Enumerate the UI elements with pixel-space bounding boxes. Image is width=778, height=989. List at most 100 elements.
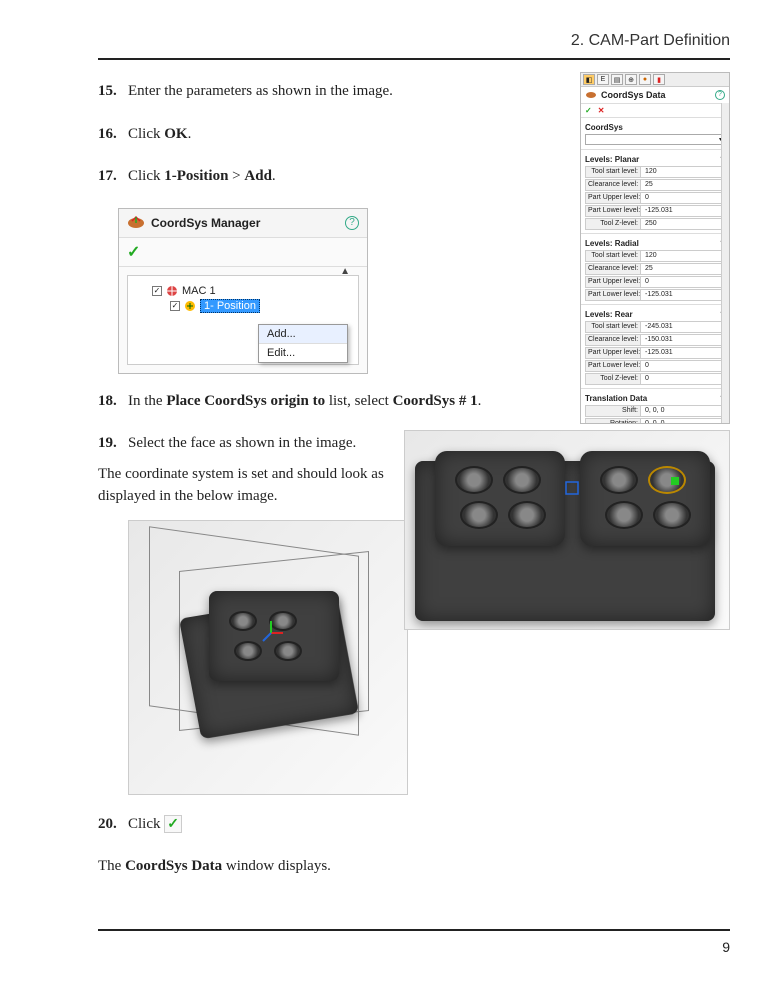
field-row: Part Upper level:0 bbox=[585, 192, 725, 204]
field-value[interactable]: 0, 0, 0 bbox=[641, 418, 725, 424]
checkbox-icon[interactable]: ✓ bbox=[170, 301, 180, 311]
toolbar-btn[interactable]: E bbox=[597, 74, 609, 85]
field-label: Tool Z-level: bbox=[585, 373, 641, 385]
field-label: Tool Z-level: bbox=[585, 218, 641, 230]
field-row: Part Upper level:0 bbox=[585, 276, 725, 288]
csd-title-row: CoordSys Data ? bbox=[581, 87, 729, 104]
menu-add[interactable]: Add... bbox=[259, 325, 347, 344]
cancel-x-icon[interactable]: ✕ bbox=[598, 106, 605, 115]
selection-marker-icon bbox=[565, 481, 579, 495]
menu-edit[interactable]: Edit... bbox=[259, 344, 347, 362]
coordsys-dropdown[interactable]: ▾ bbox=[585, 134, 725, 145]
step-num: 16. bbox=[98, 123, 128, 146]
field-label: Tool start level: bbox=[585, 250, 641, 262]
csd-toolbar: ◧ E ▤ ⊕ ● ▮ bbox=[581, 73, 729, 87]
field-value[interactable]: 0 bbox=[641, 192, 725, 204]
scrollbar[interactable] bbox=[721, 103, 729, 423]
field-value[interactable]: -150.031 bbox=[641, 334, 725, 346]
field-row: Part Upper level:-125.031 bbox=[585, 347, 725, 359]
axis-gizmo-icon bbox=[259, 621, 283, 645]
ok-check-icon[interactable]: ✓ bbox=[585, 106, 592, 115]
collapse-icon[interactable]: ▲ bbox=[340, 266, 350, 277]
field-row: Rotation:0, 0, 0 bbox=[585, 418, 725, 424]
toolbar-btn[interactable]: ▤ bbox=[611, 74, 623, 85]
part-model-image-1 bbox=[404, 430, 730, 630]
field-row: Part Lower level:0 bbox=[585, 360, 725, 372]
checkbox-icon[interactable]: ✓ bbox=[152, 286, 162, 296]
step-num: 17. bbox=[98, 165, 128, 188]
field-label: Part Lower level: bbox=[585, 289, 641, 301]
field-row: Tool start level:-245.031 bbox=[585, 321, 725, 333]
field-label: Part Upper level: bbox=[585, 347, 641, 359]
field-value[interactable]: 25 bbox=[641, 179, 725, 191]
field-value[interactable]: -245.031 bbox=[641, 321, 725, 333]
toolbar-btn[interactable]: ▮ bbox=[653, 74, 665, 85]
csd-label: CoordSys bbox=[585, 123, 725, 132]
field-value[interactable]: 0 bbox=[641, 276, 725, 288]
tree-item-mac1[interactable]: ✓ MAC 1 bbox=[136, 284, 350, 298]
field-label: Shift: bbox=[585, 405, 641, 417]
field-label: Rotation: bbox=[585, 418, 641, 424]
field-row: Clearance level:-150.031 bbox=[585, 334, 725, 346]
step-num: 20. bbox=[98, 813, 128, 836]
field-label: Tool start level: bbox=[585, 166, 641, 178]
coordsys-logo-icon bbox=[585, 90, 597, 100]
header-rule bbox=[98, 58, 730, 60]
field-row: Part Lower level:-125.031 bbox=[585, 205, 725, 217]
field-value[interactable]: -125.031 bbox=[641, 289, 725, 301]
csm-header: CoordSys Manager ? bbox=[119, 209, 367, 238]
field-label: Tool start level: bbox=[585, 321, 641, 333]
field-label: Clearance level: bbox=[585, 263, 641, 275]
data-window-text: The CoordSys Data window displays. bbox=[98, 855, 730, 878]
toolbar-btn[interactable]: ◧ bbox=[583, 74, 595, 85]
field-value[interactable]: 0 bbox=[641, 360, 725, 372]
coordsys-manager-panel: CoordSys Manager ? ✓ ▲ ✓ MAC 1 ✓ bbox=[118, 208, 368, 374]
help-icon[interactable]: ? bbox=[345, 216, 359, 230]
field-label: Part Lower level: bbox=[585, 360, 641, 372]
step-num: 15. bbox=[98, 80, 128, 103]
field-value[interactable]: 120 bbox=[641, 166, 725, 178]
help-icon[interactable]: ? bbox=[715, 90, 725, 100]
footer-rule bbox=[98, 929, 730, 931]
toolbar-btn[interactable]: ⊕ bbox=[625, 74, 637, 85]
csm-title: CoordSys Manager bbox=[151, 216, 260, 230]
part-model-image-2 bbox=[128, 520, 408, 795]
step-num: 19. bbox=[98, 432, 128, 455]
field-value[interactable]: 0, 0, 0 bbox=[641, 405, 725, 417]
field-value[interactable]: 0 bbox=[641, 373, 725, 385]
section-planar: Levels: Planar⌃ Tool start level:120Clea… bbox=[581, 150, 729, 234]
field-row: Clearance level:25 bbox=[585, 263, 725, 275]
step-20: 20. Click bbox=[98, 813, 730, 836]
selection-marker-icon bbox=[671, 477, 679, 485]
page-header: 2. CAM-Part Definition bbox=[98, 32, 730, 50]
step-num: 18. bbox=[98, 390, 128, 413]
field-value[interactable]: 250 bbox=[641, 218, 725, 230]
field-value[interactable]: 120 bbox=[641, 250, 725, 262]
field-row: Tool start level:120 bbox=[585, 250, 725, 262]
field-row: Clearance level:25 bbox=[585, 179, 725, 191]
section-translation: Translation Data⌃ Shift:0, 0, 0Rotation:… bbox=[581, 389, 729, 424]
field-row: Tool Z-level:0 bbox=[585, 373, 725, 385]
page-number: 9 bbox=[98, 939, 730, 955]
toolbar-btn[interactable]: ● bbox=[639, 74, 651, 85]
field-label: Part Upper level: bbox=[585, 192, 641, 204]
green-check-icon bbox=[164, 815, 182, 833]
section-radial: Levels: Radial⌃ Tool start level:120Clea… bbox=[581, 234, 729, 305]
section-rear: Levels: Rear⌃ Tool start level:-245.031C… bbox=[581, 305, 729, 389]
coordsys-data-panel: ◧ E ▤ ⊕ ● ▮ CoordSys Data ? ✓ ✕ CoordSys… bbox=[580, 72, 730, 424]
csm-tree: ▲ ✓ MAC 1 ✓ 1- Position Add... bbox=[127, 275, 359, 365]
tree-item-position[interactable]: ✓ 1- Position bbox=[136, 298, 350, 314]
field-label: Clearance level: bbox=[585, 334, 641, 346]
field-label: Clearance level: bbox=[585, 179, 641, 191]
field-row: Part Lower level:-125.031 bbox=[585, 289, 725, 301]
field-label: Part Lower level: bbox=[585, 205, 641, 217]
field-value[interactable]: -125.031 bbox=[641, 347, 725, 359]
step-text: Click bbox=[128, 813, 730, 836]
field-value[interactable]: -125.031 bbox=[641, 205, 725, 217]
ok-check-icon[interactable]: ✓ bbox=[119, 238, 367, 267]
mac-icon bbox=[166, 285, 178, 297]
position-icon bbox=[184, 300, 196, 312]
field-label: Part Upper level: bbox=[585, 276, 641, 288]
field-value[interactable]: 25 bbox=[641, 263, 725, 275]
field-row: Tool Z-level:250 bbox=[585, 218, 725, 230]
